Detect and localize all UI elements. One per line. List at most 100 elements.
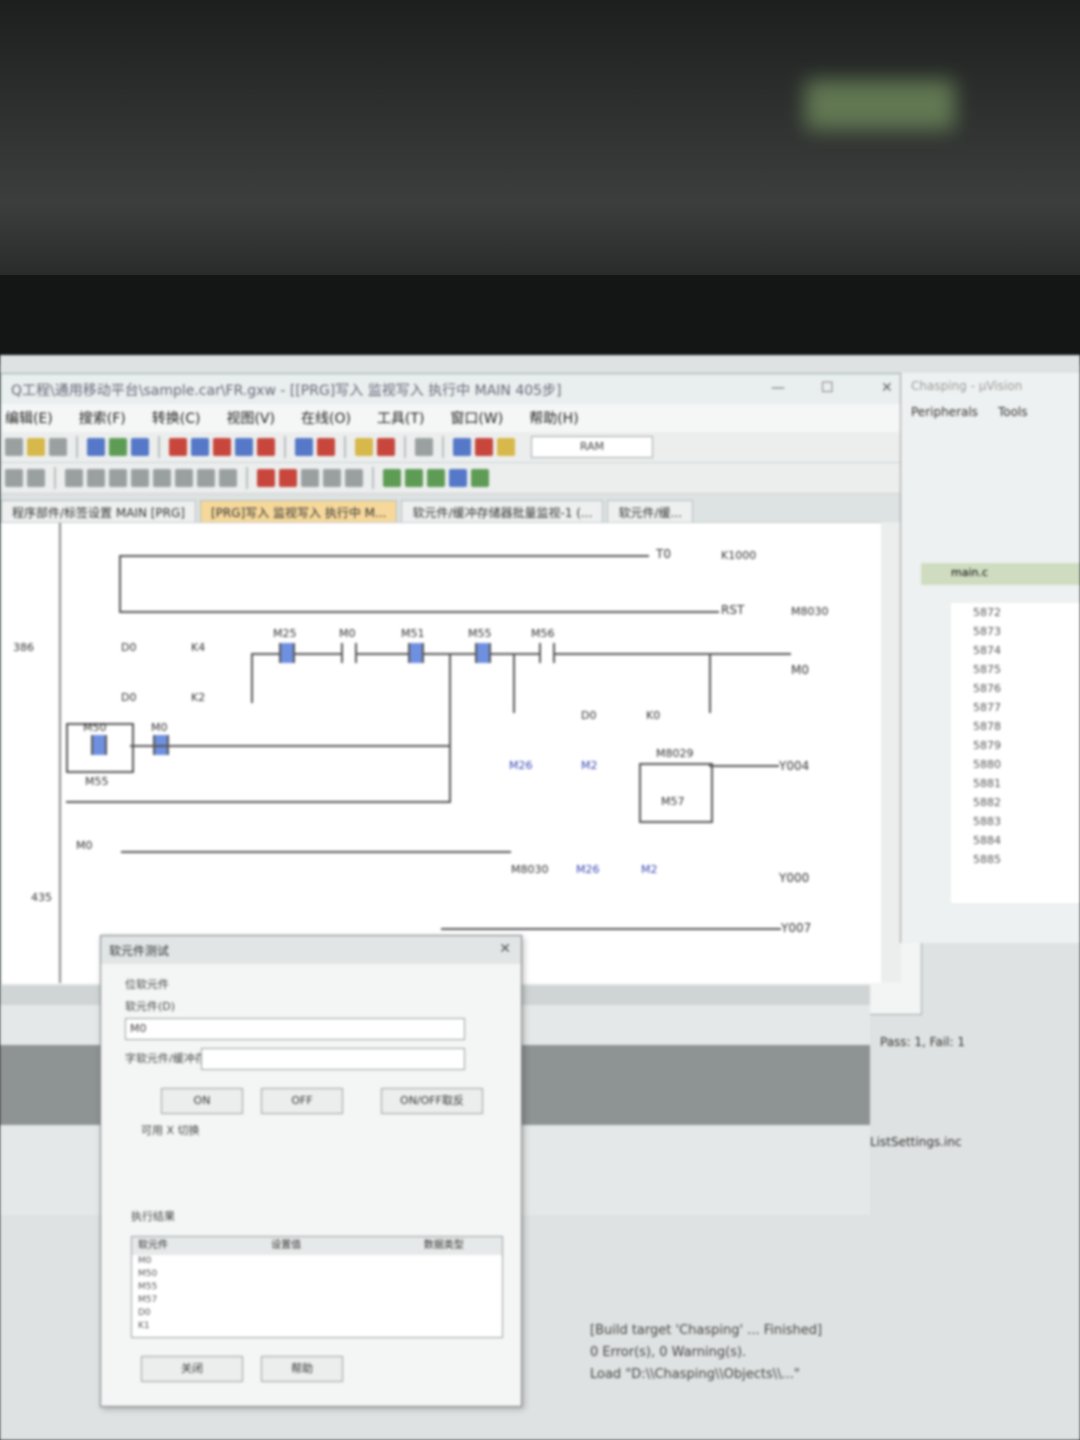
tab-program-settings[interactable]: 程序部件/标签设置 MAIN [PRG] — [1, 500, 196, 524]
save-icon[interactable] — [49, 438, 67, 456]
device-display-icon[interactable] — [449, 469, 467, 487]
coil-m0[interactable]: M0 — [791, 663, 809, 677]
line-number: 5883 — [973, 815, 1001, 828]
result-table: 软元件 设置值 数据类型 M0 M50 M55 M57 D0 K1 — [131, 1236, 503, 1338]
contact-m25[interactable] — [279, 643, 295, 663]
tab-main-c[interactable]: main.c — [921, 563, 1080, 585]
off-button[interactable]: OFF — [261, 1088, 343, 1114]
on-button[interactable]: ON — [161, 1088, 243, 1114]
run-icon[interactable] — [377, 438, 395, 456]
contact-m56[interactable] — [539, 643, 555, 663]
device-test-icon[interactable] — [257, 438, 275, 456]
menu-bar: 编辑(E) 搜索(F) 转换(C) 视图(V) 在线(O) 工具(T) 窗口(W… — [1, 404, 921, 432]
table-row[interactable]: M57 — [138, 1294, 502, 1307]
label-m8030: M8030 — [791, 605, 829, 618]
monitor-mode-icon[interactable] — [235, 438, 253, 456]
step-number: 435 — [31, 891, 52, 904]
rising-edge-icon[interactable] — [257, 469, 275, 487]
label-display-icon[interactable] — [471, 469, 489, 487]
convert-icon[interactable] — [295, 438, 313, 456]
warning-icon[interactable] — [497, 438, 515, 456]
new-icon[interactable] — [5, 438, 23, 456]
contact-label: M0 — [151, 721, 168, 734]
stop-icon[interactable] — [475, 438, 493, 456]
convert-all-icon[interactable] — [317, 438, 335, 456]
print-icon[interactable] — [415, 438, 433, 456]
table-row[interactable]: M0 — [138, 1255, 502, 1268]
monitor-start-icon[interactable] — [169, 438, 187, 456]
line-number: 5881 — [973, 777, 1001, 790]
write-plc-icon[interactable] — [109, 438, 127, 456]
contact-no-icon[interactable] — [65, 469, 83, 487]
menu-convert[interactable]: 转换(C) — [152, 408, 201, 428]
menu-window[interactable]: 窗口(W) — [450, 408, 503, 428]
word-device-input[interactable] — [201, 1048, 465, 1070]
ladder-editor[interactable]: T0 K1000 RST M8030 386 D0 K4 M25 M0 M51 … — [1, 522, 881, 983]
column-header: 数据类型 — [423, 1240, 464, 1251]
verify-icon[interactable] — [131, 438, 149, 456]
falling-edge-icon[interactable] — [279, 469, 297, 487]
coil-y004[interactable]: Y004 — [779, 759, 809, 773]
contact-m51[interactable] — [408, 643, 424, 663]
menu-edit[interactable]: 编辑(E) — [5, 408, 53, 428]
tab-device-monitor[interactable]: 软元件/缓冲存储器批量监视-1 (... — [401, 500, 604, 524]
contact-m55[interactable] — [475, 643, 491, 663]
coil-icon[interactable] — [153, 469, 171, 487]
table-row[interactable]: M50 — [138, 1268, 502, 1281]
menu-tools[interactable]: Tools — [998, 405, 1028, 419]
line-number-gutter: 5872 5873 5874 5875 5876 5877 5878 5879 … — [951, 603, 1080, 903]
online-icon[interactable] — [453, 438, 471, 456]
help-button[interactable]: 帮助 — [261, 1356, 343, 1382]
menu-view[interactable]: 视图(V) — [226, 408, 275, 428]
instruction-rst[interactable]: RST — [721, 603, 744, 617]
table-row[interactable]: K1 — [138, 1320, 502, 1333]
contact-m0[interactable] — [341, 643, 357, 663]
tab-main-program[interactable]: [PRG]写入 监视写入 执行中 M... — [200, 500, 398, 524]
monitor-stop-icon[interactable] — [191, 438, 209, 456]
close-button[interactable]: 关闭 — [141, 1356, 243, 1382]
vertical-line-icon[interactable] — [219, 469, 237, 487]
close-icon[interactable]: ✕ — [881, 380, 893, 396]
ladder-scrollbar[interactable] — [881, 522, 901, 982]
lock-icon[interactable] — [27, 469, 45, 487]
comment-icon[interactable] — [383, 469, 401, 487]
coil-t0[interactable]: T0 — [656, 547, 671, 561]
instruction-icon[interactable] — [175, 469, 193, 487]
result-section: 执行结果 — [131, 1210, 175, 1223]
coil-y000[interactable]: Y000 — [779, 871, 809, 885]
coil-y007[interactable]: Y007 — [781, 921, 811, 935]
device-input[interactable]: M0 — [125, 1018, 465, 1040]
tab-device-buffer[interactable]: 软元件/缓... — [607, 500, 693, 524]
contact-m50[interactable] — [91, 735, 107, 755]
monitor-write-icon[interactable] — [213, 438, 231, 456]
select-mode-icon[interactable] — [5, 469, 23, 487]
toggle-button[interactable]: ON/OFF取反 — [381, 1088, 483, 1114]
statement-icon[interactable] — [405, 469, 423, 487]
invert-icon[interactable] — [301, 469, 319, 487]
menu-tools[interactable]: 工具(T) — [377, 408, 424, 428]
parallel-no-icon[interactable] — [109, 469, 127, 487]
line-draw-icon[interactable] — [323, 469, 341, 487]
menu-peripherals[interactable]: Peripherals — [911, 405, 978, 419]
menu-search[interactable]: 搜索(F) — [79, 408, 126, 428]
read-plc-icon[interactable] — [87, 438, 105, 456]
open-icon[interactable] — [27, 438, 45, 456]
zoom-icon[interactable] — [355, 438, 373, 456]
instruction-label: M8030 — [511, 863, 549, 876]
menu-online[interactable]: 在线(O) — [301, 408, 351, 428]
note-icon[interactable] — [427, 469, 445, 487]
table-row[interactable]: M55 — [138, 1281, 502, 1294]
compare-k4: K4 — [191, 641, 206, 654]
line-delete-icon[interactable] — [345, 469, 363, 487]
horizontal-line-icon[interactable] — [197, 469, 215, 487]
contact-nc-icon[interactable] — [87, 469, 105, 487]
table-row[interactable]: D0 — [138, 1307, 502, 1320]
dialog-close-icon[interactable]: ✕ — [499, 941, 511, 957]
line-number: 5872 — [973, 606, 1001, 619]
memory-selector[interactable]: RAM — [531, 436, 653, 458]
console-line: [Build target 'Chasping' ... Finished] — [590, 1323, 823, 1338]
maximize-icon[interactable]: ☐ — [821, 380, 834, 396]
minimize-icon[interactable]: — — [771, 380, 785, 396]
parallel-nc-icon[interactable] — [131, 469, 149, 487]
menu-help[interactable]: 帮助(H) — [529, 408, 578, 428]
